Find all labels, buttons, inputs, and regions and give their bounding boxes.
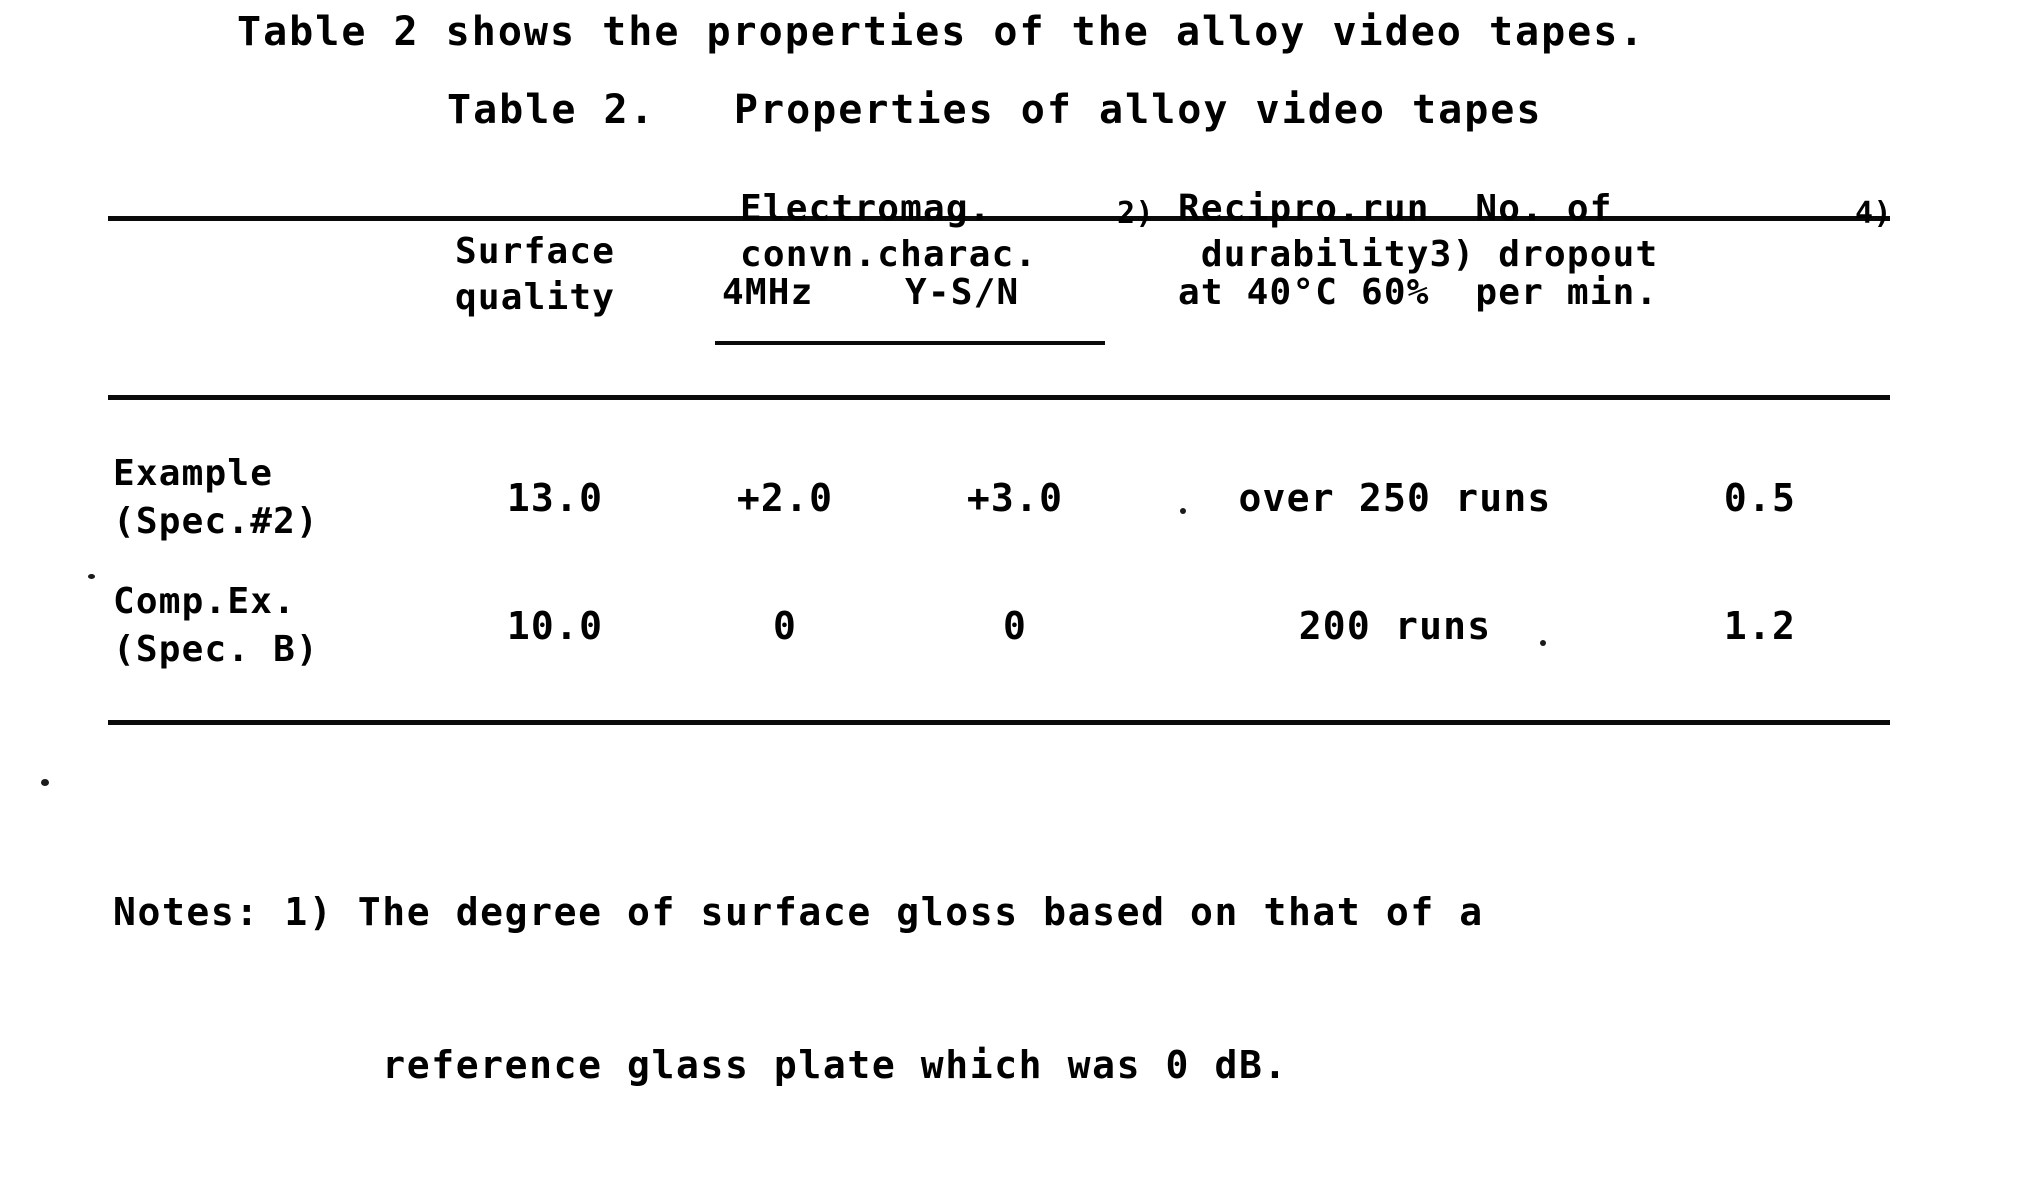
column-header-durability-and-dropout: Recipro.run No. of <box>1178 188 1613 229</box>
cell-em-ysn: +3.0 <box>966 476 1064 520</box>
cell-surface-quality: 13.0 <box>506 476 604 520</box>
scan-speck <box>1180 508 1186 514</box>
cell-dropout: 1.2 <box>1723 604 1797 648</box>
cell-em-4mhz: +2.0 <box>736 476 834 520</box>
scan-speck <box>1540 640 1546 646</box>
footnote-marker-2: 2) <box>1117 196 1155 231</box>
scanned-document-page: Table 2 shows the properties of the allo… <box>0 0 2030 1191</box>
table-caption: Table 2. Properties of alloy video tapes <box>447 87 1543 133</box>
cell-em-ysn: 0 <box>1002 604 1028 648</box>
column-header-durability-dropout-line2: durability3) dropout <box>1178 234 1659 275</box>
table-row: Example (Spec.#2) <box>113 453 319 542</box>
footnote-marker-4: 4) <box>1855 196 1893 231</box>
table-header-rule <box>108 395 1890 400</box>
column-header-electromag-subcolumns: 4MHz Y-S/N <box>722 272 1020 313</box>
cell-dropout: 0.5 <box>1723 476 1797 520</box>
cell-surface-quality: 10.0 <box>506 604 604 648</box>
scan-speck <box>88 574 95 579</box>
table-bottom-rule <box>108 720 1890 725</box>
notes-block: Notes: 1) The degree of surface gloss ba… <box>113 785 1582 1191</box>
cell-durability: 200 runs <box>1298 604 1492 648</box>
table-row: Comp.Ex. (Spec. B) <box>113 581 319 670</box>
electromag-group-rule <box>715 341 1105 345</box>
scan-speck <box>41 779 49 786</box>
column-header-surface-quality: Surface quality <box>455 231 616 318</box>
note-line: Notes: 1) The degree of surface gloss ba… <box>113 890 1484 934</box>
column-header-electromag-group: Electromag. convn.charac. <box>740 188 1038 275</box>
cell-durability: over 250 runs <box>1238 476 1552 520</box>
cell-em-4mhz: 0 <box>772 604 798 648</box>
note-line: reference glass plate which was 0 dB. <box>113 1043 1288 1087</box>
intro-sentence: Table 2 shows the properties of the allo… <box>237 9 1646 55</box>
